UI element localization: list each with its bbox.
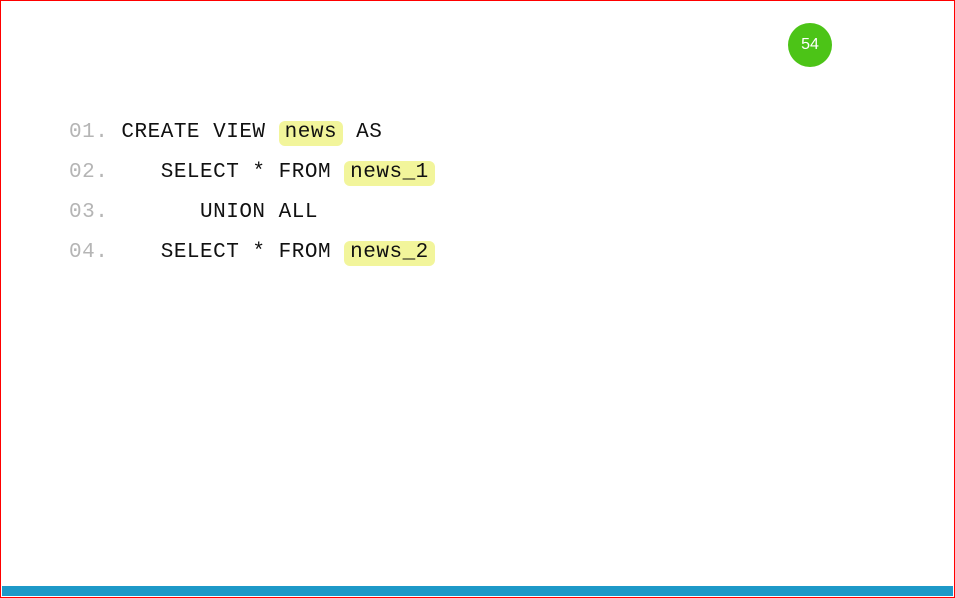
code-highlight: news_2 <box>344 241 435 266</box>
slide-frame: 54 01. CREATE VIEW news AS 02. SELECT * … <box>0 0 955 598</box>
code-line: 02. SELECT * FROM news_1 <box>69 153 435 193</box>
code-text-suffix: AS <box>343 121 382 144</box>
code-text-prefix: UNION ALL <box>108 201 318 224</box>
code-line: 03. UNION ALL <box>69 193 435 233</box>
code-highlight: news_1 <box>344 161 435 186</box>
line-number: 01. <box>69 121 108 144</box>
line-number: 02. <box>69 161 108 184</box>
code-text-prefix: SELECT * FROM <box>108 161 344 184</box>
code-line: 01. CREATE VIEW news AS <box>69 113 435 153</box>
page-number-text: 54 <box>801 36 819 54</box>
code-line: 04. SELECT * FROM news_2 <box>69 233 435 273</box>
line-number: 04. <box>69 241 108 264</box>
bottom-progress-bar <box>2 586 953 596</box>
page-number-badge: 54 <box>788 23 832 67</box>
code-highlight: news <box>279 121 343 146</box>
code-text-prefix: CREATE VIEW <box>108 121 278 144</box>
line-number: 03. <box>69 201 108 224</box>
code-text-prefix: SELECT * FROM <box>108 241 344 264</box>
code-block: 01. CREATE VIEW news AS 02. SELECT * FRO… <box>69 113 435 273</box>
